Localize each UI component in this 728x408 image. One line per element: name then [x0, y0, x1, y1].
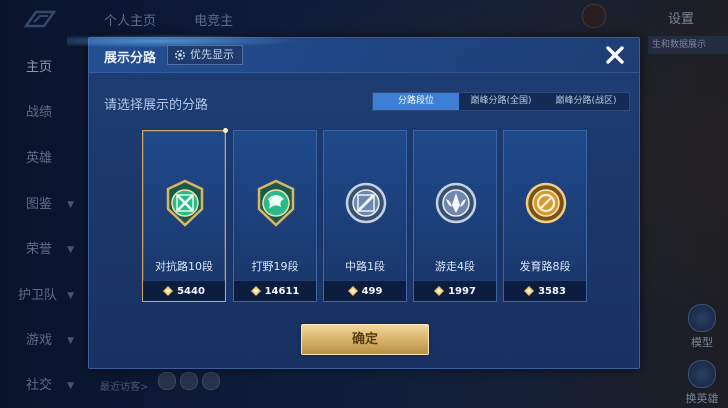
lane-score: 1997 [448, 285, 476, 297]
power-icon [163, 286, 174, 296]
selection-marker [223, 128, 228, 133]
score-bar: 5440 [143, 280, 225, 301]
bow-badge-icon [525, 182, 567, 224]
lane-score: 5440 [177, 285, 205, 297]
dragon-badge-icon [257, 179, 295, 227]
close-button[interactable] [601, 41, 629, 69]
lane-score: 499 [361, 285, 383, 297]
power-icon [524, 286, 535, 296]
score-bar: 499 [324, 280, 406, 301]
lane-card-jungle[interactable]: 打野19段 14611 [233, 130, 317, 302]
lane-card-top[interactable]: 对抗路10段 5440 [142, 128, 228, 302]
lane-card-roam[interactable]: 游走4段 1997 [413, 130, 497, 302]
tab-peak-region[interactable]: 巅峰分路(战区) [543, 93, 629, 110]
power-icon [250, 286, 261, 296]
sword-badge-icon [166, 179, 204, 227]
score-bar: 1997 [414, 280, 496, 301]
lane-label: 发育路8段 [519, 260, 571, 273]
lane-label: 打野19段 [251, 260, 299, 273]
score-bar: 3583 [504, 280, 586, 301]
score-bar: 14611 [234, 280, 316, 301]
lane-label: 游走4段 [435, 260, 475, 273]
power-icon [347, 286, 358, 296]
priority-display-button[interactable]: 优先显示 [167, 45, 243, 65]
tab-lane-rank[interactable]: 分路段位 [373, 93, 459, 110]
lane-label: 中路1段 [345, 260, 385, 273]
dialog-subtitle: 请选择展示的分路 [104, 98, 209, 113]
lane-type-tabs: 分路段位 巅峰分路(全国) 巅峰分路(战区) [372, 92, 630, 111]
dialog-title: 展示分路 [104, 51, 157, 66]
lane-display-dialog: 展示分路 优先显示 请选择展示的分路 分路段位 巅峰分路(全国) 巅峰分路(战区… [67, 34, 640, 369]
power-icon [434, 286, 445, 296]
confirm-button[interactable]: 确定 [301, 324, 429, 355]
dialog-header: 展示分路 优先显示 [67, 34, 639, 73]
gear-icon [175, 50, 185, 60]
lane-score: 14611 [264, 285, 300, 297]
lane-label: 对抗路10段 [155, 260, 213, 273]
lane-score: 3583 [538, 285, 566, 297]
tab-peak-national[interactable]: 巅峰分路(全国) [459, 93, 543, 110]
lane-card-farm[interactable]: 发育路8段 3583 [503, 130, 587, 302]
wings-badge-icon [435, 182, 477, 224]
staff-badge-icon [345, 182, 387, 224]
close-icon [606, 46, 624, 64]
lane-card-mid[interactable]: 中路1段 499 [323, 130, 407, 302]
